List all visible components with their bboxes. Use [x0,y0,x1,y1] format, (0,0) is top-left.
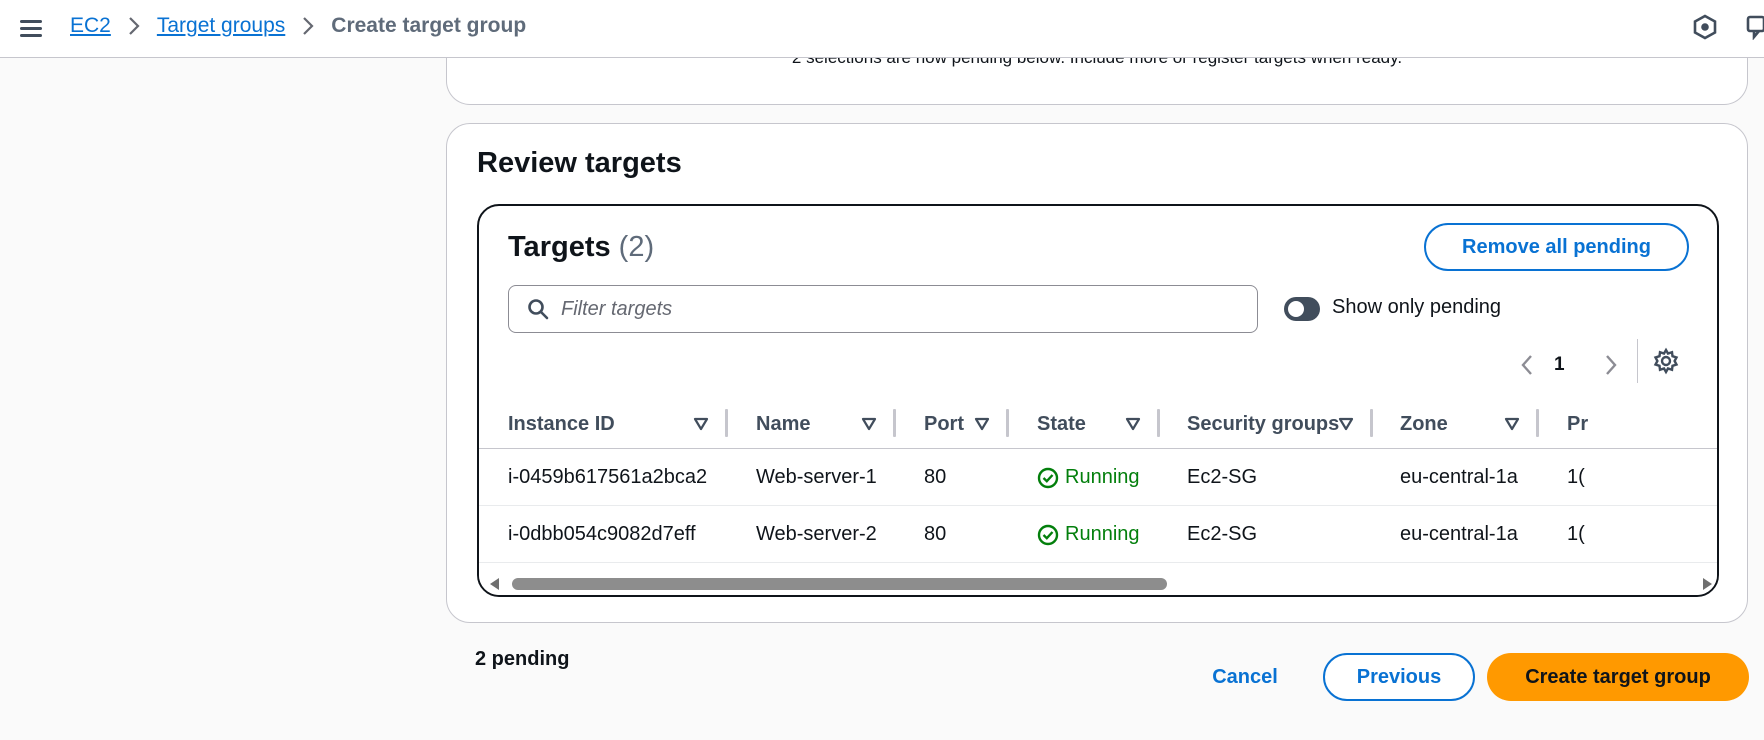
state-label: Running [1065,523,1140,545]
check-circle-icon [1037,524,1059,545]
top-navigation-bar: EC2 Target groups Create target group [0,0,1764,58]
chevron-left-icon [1521,355,1532,375]
chevron-right-icon [1606,355,1617,375]
cell-name: Web-server-2 [756,523,877,545]
table-header-row: Instance ID Name Port State Security gro… [479,399,1717,449]
remove-all-pending-button[interactable]: Remove all pending [1424,223,1689,271]
filter-targets-field[interactable] [508,285,1258,333]
review-targets-panel: Review targets Targets (2) Remove all pe… [446,123,1748,623]
scroll-right-arrow-icon[interactable] [1701,578,1713,590]
column-resize-handle[interactable] [725,409,728,437]
cell-security-groups: Ec2-SG [1187,466,1258,488]
check-circle-icon [1037,467,1059,488]
create-target-group-button[interactable]: Create target group [1487,653,1749,701]
cell-name: Web-server-1 [756,466,877,488]
table-row: i-0459b617561a2bca2 Web-server-1 80 Runn… [479,449,1717,506]
breadcrumb-target-groups-link[interactable]: Target groups [157,14,285,38]
column-header-name[interactable]: Name [756,399,810,449]
previous-page-button[interactable] [1514,345,1540,385]
column-header-security-groups[interactable]: Security groups [1187,399,1339,449]
sort-down-icon[interactable] [974,416,990,432]
cell-security-groups: Ec2-SG [1187,523,1258,545]
chevron-right-icon [128,16,140,36]
cell-port: 80 [924,466,947,488]
current-page-number[interactable]: 1 [1554,354,1565,376]
targets-table-container: Targets (2) Remove all pending Show only… [477,204,1719,597]
column-resize-handle[interactable] [1157,409,1160,437]
cell-private-ip: 1( [1567,523,1585,545]
cell-state: Running [1037,506,1140,563]
cell-state: Running [1037,449,1140,506]
show-only-pending-label: Show only pending [1332,296,1502,318]
cell-zone: eu-central-1a [1400,523,1518,545]
search-icon [528,299,549,320]
pending-count-text: 2 pending [475,648,570,670]
state-label: Running [1065,466,1140,488]
cell-port: 80 [924,523,947,545]
column-resize-handle[interactable] [1536,409,1539,437]
column-resize-handle[interactable] [893,409,896,437]
cancel-button[interactable]: Cancel [1195,653,1295,701]
sort-down-icon[interactable] [693,416,709,432]
previous-button[interactable]: Previous [1323,653,1475,701]
breadcrumb-current: Create target group [331,14,527,37]
sort-down-icon[interactable] [1338,416,1354,432]
sort-down-icon[interactable] [861,416,877,432]
targets-count: (2) [618,231,655,263]
scroll-left-arrow-icon[interactable] [489,578,501,590]
chevron-right-icon [302,16,314,36]
targets-heading-label: Targets [508,231,611,263]
feedback-icon[interactable] [1746,14,1764,41]
cell-instance-id: i-0dbb054c9082d7eff [508,523,696,545]
column-header-zone[interactable]: Zone [1400,399,1448,449]
column-header-instance-id[interactable]: Instance ID [508,399,615,449]
table-row: i-0dbb054c9082d7eff Web-server-2 80 Runn… [479,506,1717,563]
targets-heading: Targets (2) [508,231,654,264]
cell-private-ip: 1( [1567,466,1585,488]
column-header-private-ip[interactable]: Pr [1567,399,1588,449]
cell-instance-id: i-0459b617561a2bca2 [508,466,708,488]
column-resize-handle[interactable] [1006,409,1009,437]
sort-down-icon[interactable] [1504,416,1520,432]
sort-down-icon[interactable] [1125,416,1141,432]
review-targets-heading: Review targets [477,147,682,179]
hexagon-settings-icon[interactable] [1692,14,1718,40]
column-header-port[interactable]: Port [924,399,964,449]
pager-divider [1637,339,1638,383]
filter-targets-input[interactable] [561,297,1221,321]
toggle-knob [1288,301,1304,317]
gear-icon[interactable] [1652,347,1680,375]
column-resize-handle[interactable] [1370,409,1373,437]
menu-icon[interactable] [16,14,46,44]
show-only-pending-toggle[interactable] [1284,297,1320,321]
cell-zone: eu-central-1a [1400,466,1518,488]
horizontal-scrollbar[interactable] [479,573,1717,595]
breadcrumb-ec2-link[interactable]: EC2 [70,14,111,38]
scrollbar-thumb[interactable] [512,578,1167,590]
next-page-button[interactable] [1598,345,1624,385]
column-header-state[interactable]: State [1037,399,1086,449]
breadcrumb: EC2 Target groups Create target group [70,12,526,40]
